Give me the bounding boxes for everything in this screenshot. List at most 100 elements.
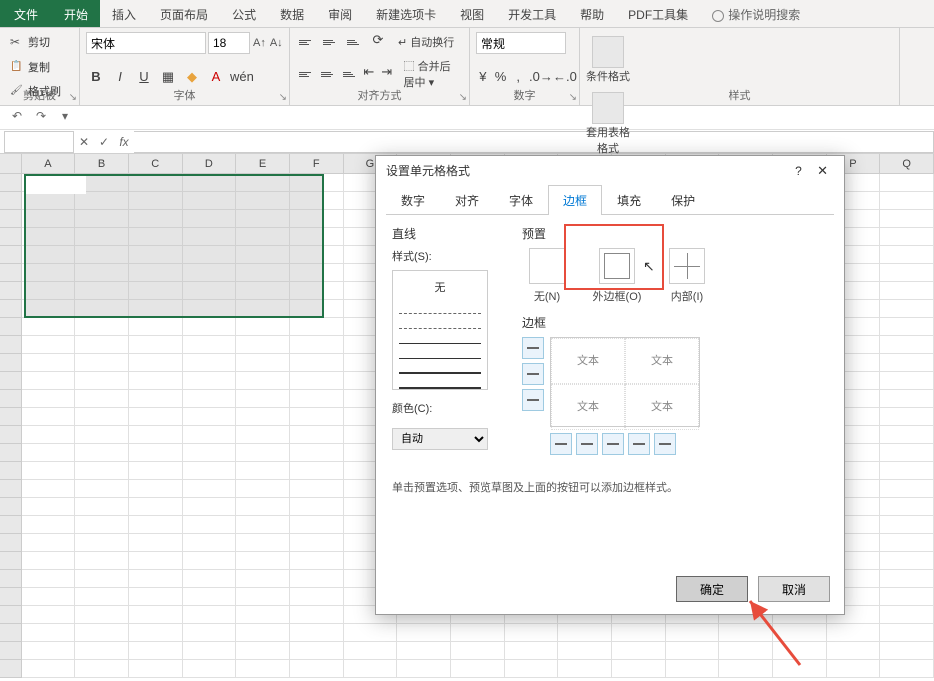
cell[interactable] xyxy=(183,390,237,408)
cell[interactable] xyxy=(236,282,290,300)
tab-home[interactable]: 开始 xyxy=(52,0,100,27)
cell[interactable] xyxy=(505,660,559,678)
cell[interactable] xyxy=(129,480,183,498)
cell[interactable] xyxy=(880,300,934,318)
cell[interactable] xyxy=(827,660,881,678)
col-header[interactable]: E xyxy=(236,154,290,173)
cell[interactable] xyxy=(880,264,934,282)
cell[interactable] xyxy=(129,606,183,624)
cell[interactable] xyxy=(129,264,183,282)
preset-outline-button[interactable]: 外边框(O) xyxy=(592,248,642,304)
align-left-button[interactable] xyxy=(296,64,314,84)
cell[interactable] xyxy=(183,660,237,678)
cell[interactable] xyxy=(290,660,344,678)
cell[interactable] xyxy=(451,624,505,642)
cell[interactable] xyxy=(290,606,344,624)
cell[interactable] xyxy=(880,228,934,246)
cell[interactable] xyxy=(236,264,290,282)
cell[interactable] xyxy=(183,444,237,462)
row-header[interactable] xyxy=(0,642,22,660)
cell[interactable] xyxy=(558,660,612,678)
border-top-button[interactable] xyxy=(522,337,544,359)
cell[interactable] xyxy=(75,444,129,462)
row-header[interactable] xyxy=(0,210,22,228)
cell[interactable] xyxy=(236,498,290,516)
cell[interactable] xyxy=(290,570,344,588)
cell[interactable] xyxy=(22,318,76,336)
cell[interactable] xyxy=(236,588,290,606)
cell[interactable] xyxy=(75,480,129,498)
align-bottom-button[interactable] xyxy=(344,32,364,52)
cell[interactable] xyxy=(22,606,76,624)
font-name-select[interactable] xyxy=(86,32,206,54)
cell[interactable] xyxy=(22,552,76,570)
cell[interactable] xyxy=(183,642,237,660)
cell[interactable] xyxy=(290,282,344,300)
cell[interactable] xyxy=(22,588,76,606)
cell[interactable] xyxy=(880,282,934,300)
cell[interactable] xyxy=(22,480,76,498)
cell[interactable] xyxy=(397,660,451,678)
cell[interactable] xyxy=(22,660,76,678)
row-header[interactable] xyxy=(0,606,22,624)
row-header[interactable] xyxy=(0,552,22,570)
cell[interactable] xyxy=(129,390,183,408)
dlg-tab-fill[interactable]: 填充 xyxy=(602,185,656,215)
cell[interactable] xyxy=(75,534,129,552)
cell[interactable] xyxy=(773,660,827,678)
alignment-expand-icon[interactable]: ↘ xyxy=(459,92,467,103)
cell[interactable] xyxy=(22,336,76,354)
cell[interactable] xyxy=(129,210,183,228)
cell[interactable] xyxy=(129,300,183,318)
italic-button[interactable]: I xyxy=(110,69,130,89)
cell[interactable] xyxy=(75,318,129,336)
undo-button[interactable]: ↶ xyxy=(8,109,26,127)
tab-review[interactable]: 审阅 xyxy=(316,0,364,27)
row-header[interactable] xyxy=(0,174,22,192)
cell[interactable] xyxy=(880,210,934,228)
qat-dropdown-icon[interactable]: ▾ xyxy=(56,109,74,127)
select-all-corner[interactable] xyxy=(0,154,22,173)
cell[interactable] xyxy=(183,192,237,210)
dlg-tab-border[interactable]: 边框 xyxy=(548,185,602,215)
align-center-button[interactable] xyxy=(318,64,336,84)
cell[interactable] xyxy=(880,336,934,354)
cell[interactable] xyxy=(666,624,720,642)
row-header[interactable] xyxy=(0,372,22,390)
cell[interactable] xyxy=(290,264,344,282)
cell[interactable] xyxy=(129,534,183,552)
cell[interactable] xyxy=(22,246,76,264)
cell[interactable] xyxy=(880,192,934,210)
cell[interactable] xyxy=(290,300,344,318)
cell[interactable] xyxy=(236,336,290,354)
cell[interactable] xyxy=(344,642,398,660)
cell[interactable] xyxy=(236,462,290,480)
cell[interactable] xyxy=(719,660,773,678)
cell[interactable] xyxy=(290,246,344,264)
cell[interactable] xyxy=(22,300,76,318)
redo-button[interactable]: ↷ xyxy=(32,109,50,127)
tab-insert[interactable]: 插入 xyxy=(100,0,148,27)
col-header[interactable]: C xyxy=(129,154,183,173)
cell[interactable] xyxy=(290,210,344,228)
cell[interactable] xyxy=(290,318,344,336)
cell[interactable] xyxy=(880,372,934,390)
cell[interactable] xyxy=(880,174,934,192)
cell[interactable] xyxy=(22,534,76,552)
cell[interactable] xyxy=(22,642,76,660)
cell[interactable] xyxy=(236,174,290,192)
cell[interactable] xyxy=(236,660,290,678)
cell[interactable] xyxy=(773,642,827,660)
cell[interactable] xyxy=(75,174,129,192)
tab-developer[interactable]: 开发工具 xyxy=(496,0,568,27)
row-header[interactable] xyxy=(0,426,22,444)
borders-button[interactable]: ▦ xyxy=(158,69,178,89)
cell[interactable] xyxy=(183,318,237,336)
cell[interactable] xyxy=(880,552,934,570)
cell[interactable] xyxy=(236,354,290,372)
cell[interactable] xyxy=(290,390,344,408)
align-top-button[interactable] xyxy=(296,32,316,52)
cell[interactable] xyxy=(22,174,76,192)
cell[interactable] xyxy=(880,570,934,588)
cell[interactable] xyxy=(75,336,129,354)
